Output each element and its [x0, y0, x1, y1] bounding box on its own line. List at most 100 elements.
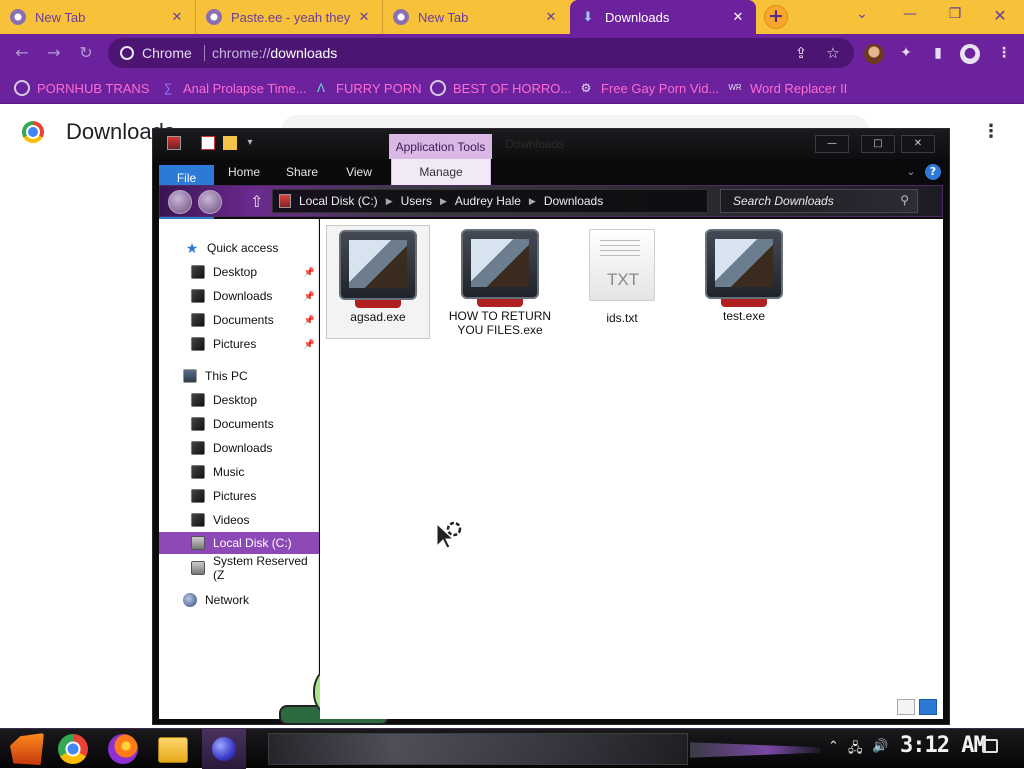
- forward-arrow-icon[interactable]: [198, 190, 222, 214]
- nav-item-documents[interactable]: Documents 📌: [159, 309, 319, 331]
- file-item[interactable]: TXT ids.txt: [570, 225, 674, 339]
- close-icon[interactable]: ✕: [901, 135, 935, 153]
- nav-item-system-reserved[interactable]: System Reserved (Z: [159, 554, 319, 582]
- back-arrow-icon[interactable]: ←: [12, 43, 32, 63]
- network-icon[interactable]: 🖧: [848, 739, 863, 761]
- chevron-right-icon[interactable]: ▶: [440, 196, 447, 207]
- file-explorer-taskbar-icon[interactable]: [158, 737, 188, 763]
- chrome-taskbar-icon[interactable]: [58, 734, 88, 764]
- taskbar-clock[interactable]: 3:12 AM: [900, 733, 987, 758]
- active-app-taskbar-button[interactable]: [202, 729, 246, 769]
- close-icon[interactable]: ✕: [356, 9, 372, 25]
- large-icons-view-icon[interactable]: [919, 699, 937, 715]
- forward-arrow-icon[interactable]: →: [44, 43, 64, 63]
- pin-icon[interactable]: 📌: [304, 339, 315, 350]
- breadcrumb[interactable]: Local Disk (C:) ▶ Users ▶ Audrey Hale ▶ …: [272, 189, 708, 213]
- tab-view[interactable]: View: [337, 159, 381, 185]
- close-window-icon[interactable]: ✕: [988, 6, 1012, 25]
- downloads-folder-icon: [191, 441, 205, 455]
- file-item[interactable]: HOW TO RETURN YOU FILES.exe: [448, 225, 552, 339]
- minimize-icon[interactable]: —: [898, 6, 922, 22]
- customize-quick-access-icon[interactable]: ▾: [243, 136, 257, 150]
- chevron-right-icon[interactable]: ▶: [386, 196, 393, 207]
- chevron-up-icon[interactable]: ⌃: [828, 739, 839, 754]
- bookmark-label: FURRY PORN: [336, 80, 422, 96]
- nav-item-pictures[interactable]: Pictures 📌: [159, 333, 319, 355]
- nav-item-videos[interactable]: Videos: [159, 509, 319, 531]
- close-icon[interactable]: ✕: [543, 9, 559, 25]
- url-host: downloads: [270, 45, 338, 61]
- tab-new-tab-1[interactable]: New Tab ✕: [0, 0, 196, 34]
- tab-new-tab-2[interactable]: New Tab ✕: [383, 0, 569, 34]
- volume-icon[interactable]: 🔊: [872, 739, 888, 754]
- address-bar[interactable]: Chrome chrome://downloads ⇪ ☆: [108, 38, 854, 68]
- nav-item-music[interactable]: Music: [159, 461, 319, 483]
- nav-item-desktop[interactable]: Desktop: [159, 389, 319, 411]
- url-text[interactable]: chrome://downloads: [212, 45, 337, 61]
- nav-item-desktop[interactable]: Desktop 📌: [159, 261, 319, 283]
- up-arrow-icon[interactable]: ⇧: [250, 192, 263, 211]
- tab-downloads[interactable]: ⬇ Downloads ✕: [570, 0, 756, 34]
- share-icon[interactable]: ⇪: [791, 44, 811, 62]
- file-item[interactable]: test.exe: [692, 225, 796, 339]
- properties-icon[interactable]: [201, 136, 215, 150]
- details-view-icon[interactable]: [897, 699, 915, 715]
- tab-share[interactable]: Share: [279, 159, 325, 185]
- pin-icon[interactable]: 📌: [304, 267, 315, 278]
- tab-label: New Tab: [35, 9, 86, 25]
- breadcrumb-item[interactable]: Local Disk (C:): [299, 194, 378, 208]
- bookmarks-bar: PORNHUB TRANS ∑ Anal Prolapse Time... Λ FU…: [0, 72, 1024, 104]
- maximize-icon[interactable]: □: [861, 135, 895, 153]
- tab-search-chevron-icon[interactable]: ⌄: [850, 6, 874, 22]
- new-tab-button[interactable]: +: [764, 5, 788, 29]
- search-input[interactable]: Search Downloads ⚲: [720, 189, 918, 213]
- bookmark-item[interactable]: BEST OF HORRO...: [430, 78, 571, 98]
- bookmark-item[interactable]: Λ FURRY PORN: [313, 78, 422, 98]
- extension-avatar-icon[interactable]: [864, 44, 884, 64]
- tab-home[interactable]: Home: [221, 159, 267, 185]
- profile-icon[interactable]: ●: [960, 44, 980, 64]
- reload-icon[interactable]: ↻: [76, 43, 96, 63]
- nav-item-downloads[interactable]: Downloads: [159, 437, 319, 459]
- tab-paste-ee[interactable]: Paste.ee - yeah they ✕: [196, 0, 383, 34]
- taskbar-search-box[interactable]: [268, 733, 688, 765]
- bookmark-star-icon[interactable]: ☆: [823, 44, 843, 62]
- chevron-right-icon[interactable]: ▶: [529, 196, 536, 207]
- more-options-icon[interactable]: ⋮: [982, 121, 1000, 142]
- tab-manage[interactable]: Manage: [391, 159, 491, 185]
- bookmark-item[interactable]: PORNHUB TRANS: [14, 78, 149, 98]
- bookmark-item[interactable]: ∑ Anal Prolapse Time...: [160, 78, 307, 98]
- pin-icon[interactable]: 📌: [304, 291, 315, 302]
- notification-center-icon[interactable]: [982, 739, 998, 753]
- file-item[interactable]: agsad.exe: [326, 225, 430, 339]
- nav-network[interactable]: Network: [159, 589, 319, 611]
- new-folder-icon[interactable]: [223, 136, 237, 150]
- nav-item-downloads[interactable]: Downloads 📌: [159, 285, 319, 307]
- menu-kebab-icon[interactable]: ⋮: [994, 44, 1014, 64]
- firefox-taskbar-icon[interactable]: [108, 734, 138, 764]
- bookmark-item[interactable]: WR Word Replacer II: [727, 78, 847, 98]
- nav-item-pictures[interactable]: Pictures: [159, 485, 319, 507]
- help-icon[interactable]: ?: [925, 164, 941, 180]
- back-arrow-icon[interactable]: [168, 190, 192, 214]
- nav-this-pc[interactable]: This PC: [159, 365, 319, 387]
- nav-item-local-disk[interactable]: Local Disk (C:): [159, 532, 319, 554]
- search-icon[interactable]: ⚲: [900, 193, 909, 207]
- pin-icon[interactable]: 📌: [304, 315, 315, 326]
- restore-icon[interactable]: ❐: [943, 6, 967, 22]
- breadcrumb-item[interactable]: Audrey Hale: [455, 194, 521, 208]
- side-panel-icon[interactable]: ▮: [928, 44, 948, 64]
- start-button[interactable]: [10, 733, 44, 765]
- extensions-puzzle-icon[interactable]: ✦: [896, 44, 916, 64]
- explorer-title-bar[interactable]: ▾ Application Tools Downloads — □ ✕: [153, 129, 949, 160]
- nav-quick-access[interactable]: ★ Quick access: [159, 237, 319, 259]
- bookmark-item[interactable]: ⚙ Free Gay Porn Vid...: [578, 78, 720, 98]
- nav-item-documents[interactable]: Documents: [159, 413, 319, 435]
- close-icon[interactable]: ✕: [730, 9, 746, 25]
- file-explorer-window: ▾ Application Tools Downloads — □ ✕ File…: [152, 128, 950, 725]
- breadcrumb-item[interactable]: Users: [401, 194, 432, 208]
- close-icon[interactable]: ✕: [169, 9, 185, 25]
- expand-ribbon-chevron-icon[interactable]: ⌄: [903, 164, 919, 180]
- breadcrumb-item[interactable]: Downloads: [544, 194, 603, 208]
- minimize-icon[interactable]: —: [815, 135, 849, 153]
